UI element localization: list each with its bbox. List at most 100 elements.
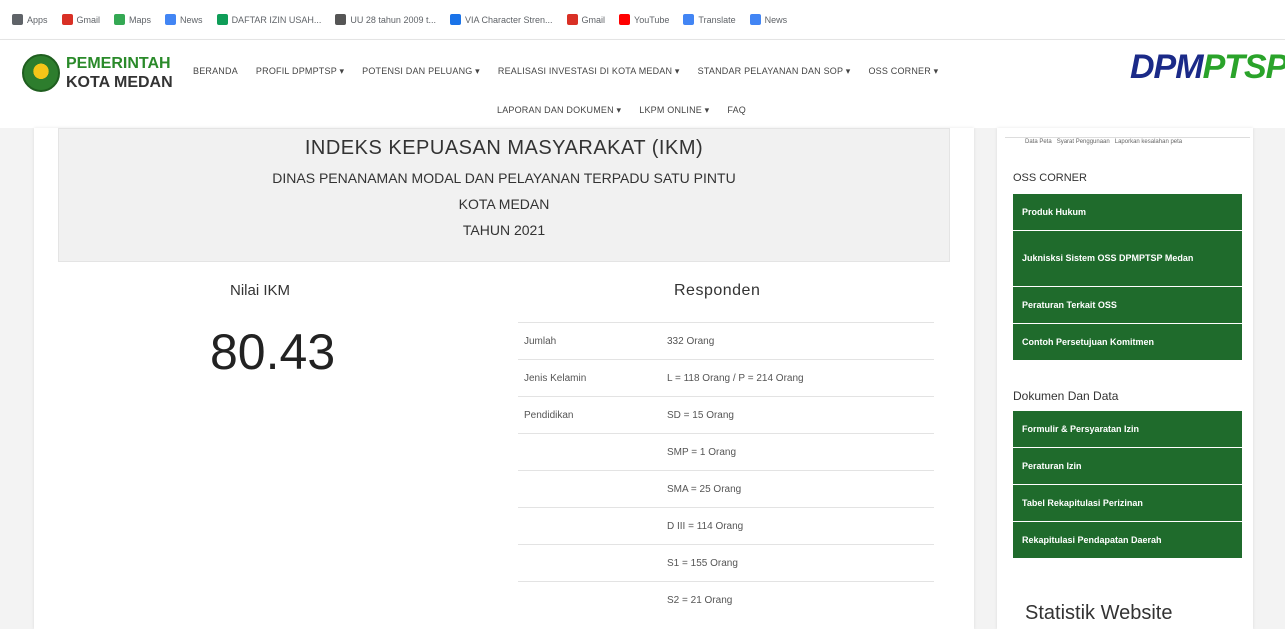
responden-value: S2 = 21 Orang (663, 581, 934, 619)
responden-key (518, 544, 663, 582)
responden-row: SMA = 25 Orang (518, 470, 934, 508)
gmail-icon (566, 14, 578, 25)
bookmark-item[interactable]: Maps (114, 14, 151, 25)
bookmark-label: DAFTAR IZIN USAH... (231, 14, 322, 25)
sidebar-link-button[interactable]: Peraturan Terkait OSS (1013, 287, 1242, 324)
bookmark-label: UU 28 tahun 2009 t... (350, 14, 436, 25)
bookmark-label: News (764, 14, 788, 25)
sidebar: Data Peta Syarat Penggunaan Laporkan kesal… (997, 128, 1253, 629)
news-icon (165, 14, 177, 25)
map-embed-strip (1005, 128, 1250, 138)
bookmark-item[interactable]: YouTube (619, 14, 669, 25)
bookmark-item[interactable]: News (165, 14, 203, 25)
bookmark-item[interactable]: Gmail (566, 14, 606, 25)
dpmptsp-brand-logo[interactable]: DPMPTSP (1130, 48, 1285, 87)
responden-key (518, 433, 663, 471)
sidebar-link-button[interactable]: Tabel Rekapitulasi Perizinan (1013, 485, 1242, 522)
oss-corner-heading: OSS CORNER (1013, 172, 1087, 184)
ikm-subtitle: DINAS PENANAMAN MODAL DAN PELAYANAN TERP… (272, 170, 736, 186)
news-icon (749, 14, 761, 25)
maps-icon (114, 14, 126, 25)
responden-value: SMP = 1 Orang (663, 433, 934, 471)
statistik-heading: Statistik Website (1025, 602, 1173, 624)
bookmarks-bar: Apps Gmail Maps News DAFTAR IZIN USAH... UU 2… (0, 0, 1285, 40)
map-footer-link[interactable]: Laporkan kesalahan peta (1115, 139, 1182, 145)
responden-key (518, 470, 663, 508)
sidebar-link-button[interactable]: Rekapitulasi Pendapatan Daerah (1013, 522, 1242, 559)
bookmark-label: Gmail (76, 14, 101, 25)
responden-key: Jenis Kelamin (518, 359, 663, 397)
brand-part-1: DPM (1130, 48, 1204, 86)
responden-value: L = 118 Orang / P = 214 Orang (663, 359, 934, 397)
bookmark-label: VIA Character Stren... (464, 14, 553, 25)
brand-part-2: PTSP (1202, 48, 1285, 86)
responden-label: Responden (674, 282, 761, 299)
responden-key (518, 581, 663, 619)
responden-value: S1 = 155 Orang (663, 544, 934, 582)
nav-item[interactable]: LAPORAN DAN DOKUMEN ▾ (497, 105, 621, 116)
bookmark-item[interactable]: Translate (683, 14, 736, 25)
nilai-ikm-label: Nilai IKM (230, 282, 291, 299)
bookmark-item[interactable]: DAFTAR IZIN USAH... (216, 14, 322, 25)
responden-value: SMA = 25 Orang (663, 470, 934, 508)
main-nav-row-2: LAPORAN DAN DOKUMEN ▾ LKPM ONLINE ▾ FAQ (497, 105, 746, 116)
globe-icon (335, 14, 347, 25)
bookmark-item[interactable]: VIA Character Stren... (449, 14, 553, 25)
nav-item[interactable]: OSS CORNER ▾ (868, 66, 938, 77)
sidebar-link-button[interactable]: Contoh Persetujuan Komitmen (1013, 324, 1242, 361)
nav-item[interactable]: FAQ (727, 105, 746, 116)
main-nav-row-1: BERANDA PROFIL DPMPTSP ▾ POTENSI DAN PELUA… (193, 66, 938, 77)
site-logo[interactable]: PEMERINTAH KOTA MEDAN (22, 54, 173, 92)
sheets-icon (216, 14, 228, 25)
bookmark-item[interactable]: News (749, 14, 788, 25)
gmail-icon (61, 14, 73, 25)
sidebar-link-button[interactable]: Juknisksi Sistem OSS DPMPTSP Medan (1013, 231, 1242, 287)
map-footer-link[interactable]: Syarat Penggunaan (1057, 139, 1110, 145)
responden-value: D III = 114 Orang (663, 507, 934, 545)
responden-key: Jumlah (518, 322, 663, 360)
sidebar-link-button[interactable]: Produk Hukum (1013, 194, 1242, 231)
responden-row: D III = 114 Orang (518, 507, 934, 545)
nav-item[interactable]: LKPM ONLINE ▾ (639, 105, 709, 116)
bookmark-item[interactable]: Gmail (61, 14, 101, 25)
logo-line-1: PEMERINTAH (66, 55, 171, 72)
nav-item[interactable]: STANDAR PELAYANAN DAN SOP ▾ (698, 66, 851, 77)
logo-line-2: KOTA MEDAN (66, 74, 173, 91)
nilai-ikm-value: 80.43 (210, 324, 336, 380)
responden-row: S2 = 21 Orang (518, 581, 934, 619)
nav-item[interactable]: REALISASI INVESTASI DI KOTA MEDAN ▾ (498, 66, 680, 77)
city-emblem-icon (22, 54, 60, 92)
translate-icon (683, 14, 695, 25)
via-icon (449, 14, 461, 25)
dokumen-list: Formulir & Persyaratan Izin Peraturan Izi… (1013, 411, 1242, 559)
responden-value: 332 Orang (663, 322, 934, 360)
bookmark-label: Translate (698, 14, 736, 25)
sidebar-link-button[interactable]: Peraturan Izin (1013, 448, 1242, 485)
ikm-city: KOTA MEDAN (458, 196, 550, 212)
bookmark-label: Maps (129, 14, 152, 25)
ikm-card: INDEKS KEPUASAN MASYARAKAT (IKM) DINAS P… (34, 128, 974, 629)
bookmark-label: News (180, 14, 203, 25)
responden-row: S1 = 155 Orang (518, 544, 934, 582)
bookmark-label: YouTube (634, 14, 670, 25)
responden-row: SMP = 1 Orang (518, 433, 934, 471)
nav-item[interactable]: POTENSI DAN PELUANG ▾ (362, 66, 480, 77)
sidebar-link-button[interactable]: Formulir & Persyaratan Izin (1013, 411, 1242, 448)
dokumen-heading: Dokumen Dan Data (1013, 389, 1119, 403)
bookmark-label: Gmail (581, 14, 606, 25)
map-footer-link[interactable]: Data Peta (1025, 139, 1052, 145)
ikm-title: INDEKS KEPUASAN MASYARAKAT (IKM) (304, 137, 704, 159)
bookmark-item[interactable]: Apps (12, 14, 48, 25)
oss-corner-list: Produk Hukum Juknisksi Sistem OSS DPMPTSP… (1013, 194, 1242, 361)
bookmark-item[interactable]: UU 28 tahun 2009 t... (335, 14, 436, 25)
apps-grid-icon (12, 14, 23, 25)
responden-row: Jenis Kelamin L = 118 Orang / P = 214 Ora… (518, 359, 934, 397)
nav-item[interactable]: BERANDA (193, 66, 238, 77)
bookmark-label: Apps (27, 14, 48, 25)
responden-key: Pendidikan (518, 396, 663, 434)
ikm-year: TAHUN 2021 (462, 222, 546, 238)
responden-row: Pendidikan SD = 15 Orang (518, 396, 934, 434)
responden-row: Jumlah 332 Orang (518, 322, 934, 360)
nav-item[interactable]: PROFIL DPMPTSP ▾ (256, 66, 344, 77)
responden-key (518, 507, 663, 545)
